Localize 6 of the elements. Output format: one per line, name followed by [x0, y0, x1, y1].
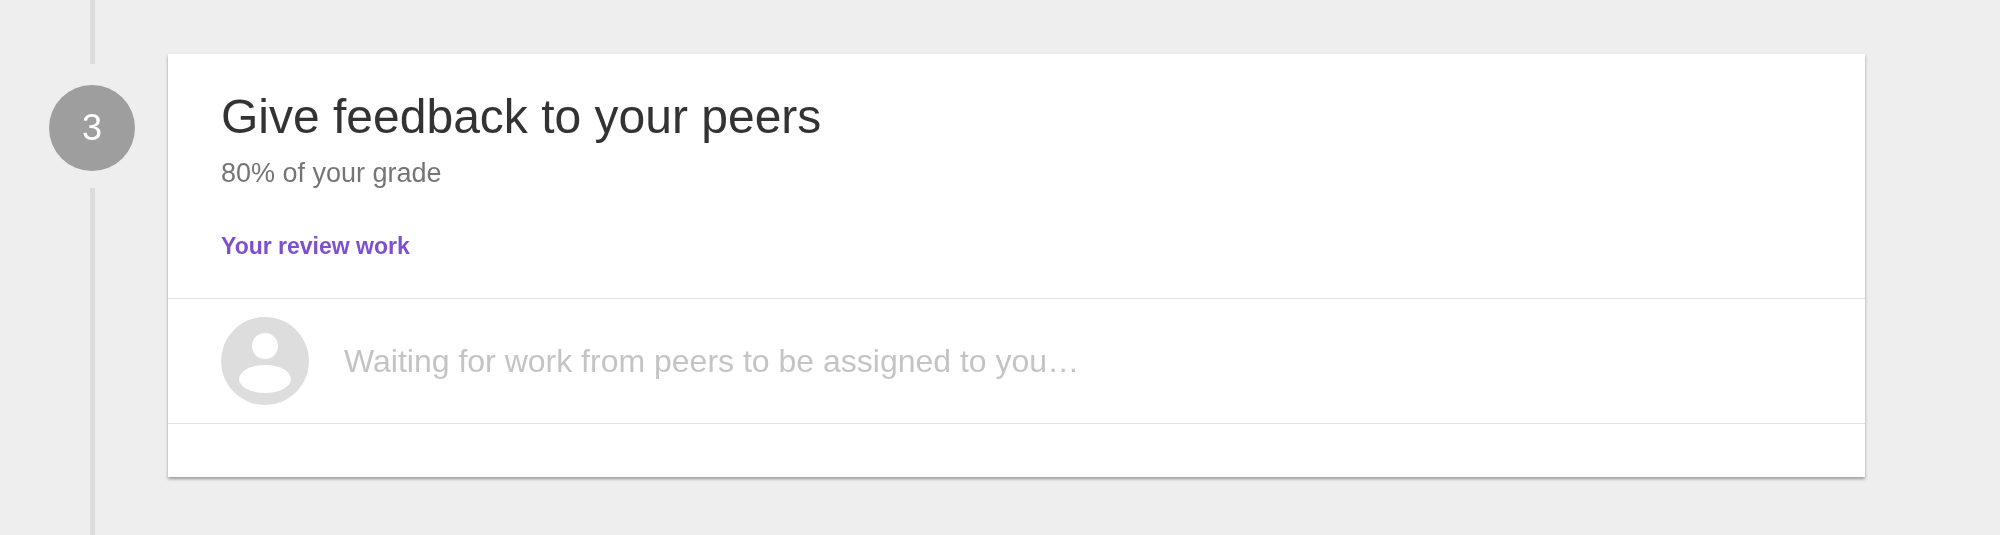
grade-weight: 80% of your grade — [221, 157, 443, 189]
status-message: Waiting for work from peers to be assigned to you… — [344, 342, 1080, 380]
step-number: 3 — [49, 85, 135, 171]
card-title: Give feedback to your peers — [221, 89, 823, 145]
avatar-icon — [221, 317, 309, 405]
section-label: Your review work — [221, 232, 411, 260]
